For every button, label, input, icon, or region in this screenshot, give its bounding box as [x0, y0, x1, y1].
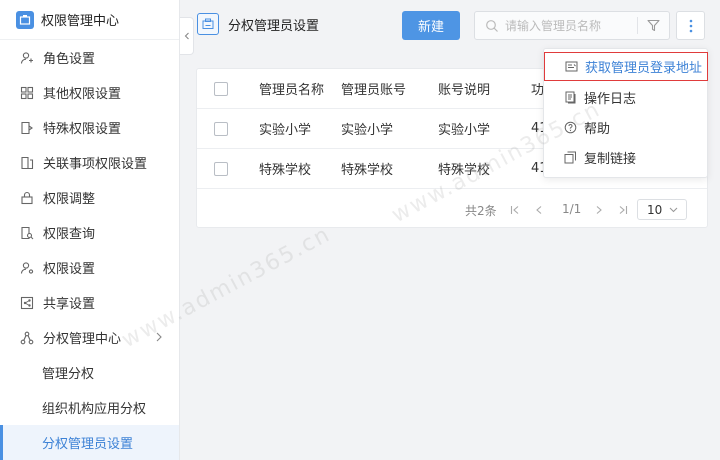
- pagination-page: 1/1: [562, 202, 582, 216]
- sidebar-item-label: 关联事项权限设置: [43, 157, 148, 172]
- menu-item-label: 操作日志: [584, 91, 637, 107]
- sidebar-subitem-org-app-delegation[interactable]: 组织机构应用分权: [0, 390, 179, 425]
- filter-icon[interactable]: [647, 19, 660, 32]
- search-icon: [486, 19, 498, 32]
- cell-admin-name: 特殊学校: [259, 163, 312, 178]
- sidebar-nav: 角色设置 其他权限设置 特殊权限设置 关联事项权限设置 权限调整 权限查询 权限…: [0, 40, 179, 460]
- menu-item-label: 获取管理员登录地址: [585, 61, 703, 76]
- last-page-icon[interactable]: [618, 205, 628, 215]
- select-all-checkbox[interactable]: [214, 81, 228, 96]
- page-header-icon: [197, 13, 219, 35]
- menu-item-copy-link[interactable]: 复制链接: [544, 142, 707, 172]
- chevron-right-icon: [156, 332, 162, 342]
- share-icon: [20, 296, 34, 310]
- page-title: 分权管理员设置: [228, 19, 320, 34]
- page-size-select[interactable]: 10: [637, 199, 687, 220]
- sidebar-item-related-permissions[interactable]: 关联事项权限设置: [0, 145, 179, 180]
- sidebar-item-label: 分权管理中心: [43, 332, 122, 347]
- more-dropdown-menu: 获取管理员登录地址 操作日志 帮助 复制链接: [543, 48, 708, 178]
- lock-icon: [20, 191, 34, 205]
- search-divider: [637, 17, 638, 34]
- user-icon: [20, 51, 34, 65]
- sidebar-item-permission-adjust[interactable]: 权限调整: [0, 180, 179, 215]
- sidebar-item-label: 权限查询: [43, 227, 96, 242]
- link-icon: [20, 156, 34, 170]
- app-title: 权限管理中心: [41, 14, 120, 29]
- user-gear-icon: [20, 261, 34, 275]
- search-box: [474, 11, 670, 40]
- chevron-left-icon: [184, 32, 189, 40]
- menu-item-operation-log[interactable]: 操作日志: [544, 82, 707, 112]
- tag-icon: [20, 121, 34, 135]
- sidebar-item-share-settings[interactable]: 共享设置: [0, 285, 179, 320]
- sidebar-item-permission-query[interactable]: 权限查询: [0, 215, 179, 250]
- search-input[interactable]: [505, 18, 633, 33]
- menu-item-help[interactable]: 帮助: [544, 112, 707, 142]
- more-vertical-icon: [689, 19, 692, 32]
- sidebar-item-label: 其他权限设置: [43, 87, 122, 102]
- sidebar-item-special-permissions[interactable]: 特殊权限设置: [0, 110, 179, 145]
- copy-icon: [564, 151, 577, 164]
- sidebar-item-label: 特殊权限设置: [43, 122, 122, 137]
- cell-admin-account: 特殊学校: [341, 163, 394, 178]
- prev-page-icon[interactable]: [534, 205, 544, 215]
- sidebar-header: 权限管理中心: [0, 0, 179, 40]
- pagination-total: 共2条: [465, 204, 497, 218]
- sidebar-item-label: 角色设置: [43, 52, 96, 67]
- sidebar-item-label: 权限调整: [43, 192, 96, 207]
- org-icon: [20, 331, 34, 345]
- search-doc-icon: [20, 226, 34, 240]
- log-icon: [564, 91, 577, 104]
- help-icon: [564, 121, 577, 134]
- menu-item-label: 帮助: [584, 121, 611, 137]
- sidebar-item-role-settings[interactable]: 角色设置: [0, 40, 179, 75]
- row-checkbox[interactable]: [214, 161, 228, 176]
- column-header-account-description[interactable]: 账号说明: [438, 79, 490, 98]
- page-size-value: 10: [647, 202, 663, 217]
- sidebar-collapse-button[interactable]: [180, 17, 194, 55]
- app-logo-icon: [16, 10, 34, 29]
- cell-admin-name: 实验小学: [259, 123, 312, 138]
- sidebar-item-other-permissions[interactable]: 其他权限设置: [0, 75, 179, 110]
- sidebar: 权限管理中心 角色设置 其他权限设置 特殊权限设置 关联事项权限设置 权限调整 …: [0, 0, 180, 460]
- sidebar-item-label: 权限设置: [43, 262, 96, 277]
- grid-icon: [20, 86, 34, 100]
- sidebar-item-permission-settings[interactable]: 权限设置: [0, 250, 179, 285]
- next-page-icon[interactable]: [594, 205, 604, 215]
- menu-item-get-login-address[interactable]: 获取管理员登录地址: [544, 52, 708, 81]
- cell-account-description: 实验小学: [438, 123, 491, 138]
- pagination: 共2条 1/1 10: [197, 199, 707, 221]
- more-menu-button[interactable]: [676, 11, 705, 40]
- row-checkbox[interactable]: [214, 121, 228, 136]
- cell-account-description: 特殊学校: [438, 163, 491, 178]
- menu-item-label: 复制链接: [584, 151, 637, 167]
- sidebar-item-delegation-center[interactable]: 分权管理中心: [0, 320, 179, 355]
- sidebar-subitem-manage-delegation[interactable]: 管理分权: [0, 355, 179, 390]
- sidebar-item-label: 共享设置: [43, 297, 96, 312]
- new-button[interactable]: 新建: [402, 11, 460, 40]
- cell-admin-account: 实验小学: [341, 123, 394, 138]
- address-card-icon: [565, 60, 578, 73]
- column-header-admin-account[interactable]: 管理员账号: [341, 79, 406, 98]
- chevron-down-icon: [669, 207, 678, 213]
- sidebar-subitem-delegation-admin-settings[interactable]: 分权管理员设置: [0, 425, 179, 460]
- column-header-admin-name[interactable]: 管理员名称: [259, 79, 324, 98]
- first-page-icon[interactable]: [510, 205, 520, 215]
